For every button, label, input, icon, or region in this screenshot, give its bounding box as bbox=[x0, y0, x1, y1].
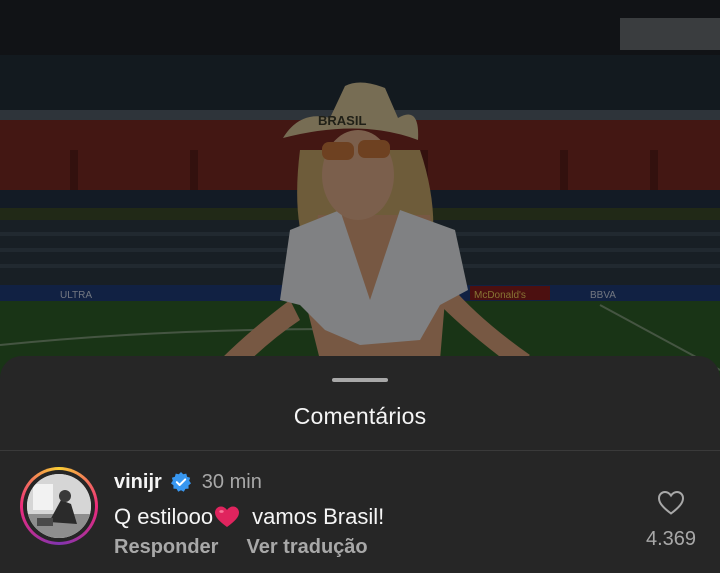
heart-outline-icon[interactable] bbox=[657, 490, 685, 516]
translate-button[interactable]: Ver tradução bbox=[246, 536, 367, 559]
sheet-drag-handle[interactable] bbox=[332, 378, 388, 382]
comment-body: Q estilooo vamos Brasil! bbox=[114, 504, 384, 530]
post-photo: ULTRA McDonald's BBVA BRASIL bbox=[0, 0, 720, 400]
comment-text-part-1: Q estilooo bbox=[114, 504, 214, 529]
comment-username[interactable]: vinijr bbox=[114, 471, 162, 494]
red-heart-emoji-icon bbox=[214, 505, 240, 529]
sheet-title: Comentários bbox=[293, 403, 427, 429]
avatar bbox=[27, 474, 91, 538]
reply-button[interactable]: Responder bbox=[114, 536, 218, 559]
avatar-story-ring[interactable] bbox=[20, 467, 98, 545]
photo-dim-overlay bbox=[0, 0, 720, 400]
verified-badge-icon bbox=[170, 471, 192, 493]
comment-header: vinijr 30 min bbox=[114, 470, 262, 494]
like-count: 4.369 bbox=[645, 528, 697, 550]
comment-time: 30 min bbox=[201, 470, 262, 493]
comment-actions: Responder Ver tradução bbox=[114, 536, 368, 559]
comment-text-part-2: vamos Brasil! bbox=[246, 504, 385, 529]
divider bbox=[0, 450, 720, 451]
